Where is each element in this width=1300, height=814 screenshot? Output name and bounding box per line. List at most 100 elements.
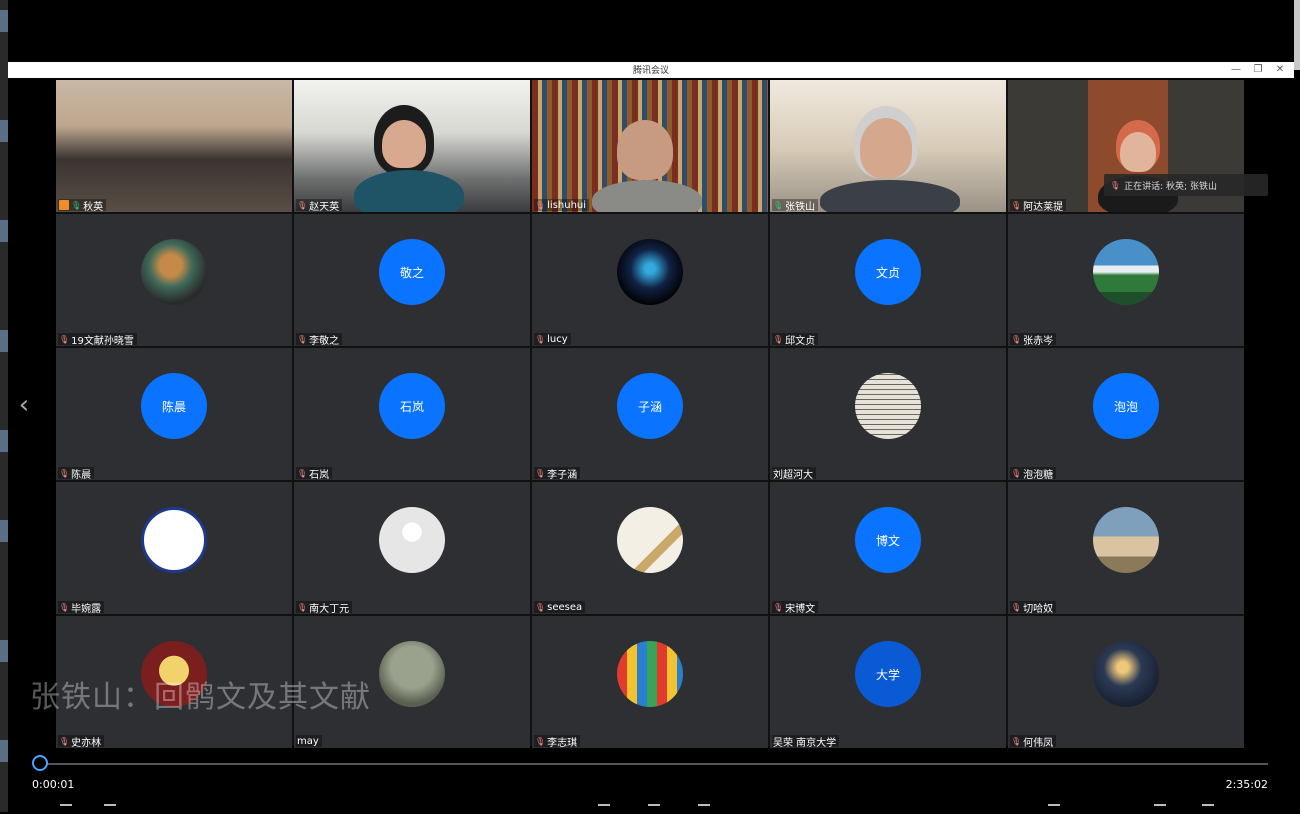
participant-tile[interactable]: 子涵 🎙李子涵	[532, 348, 768, 480]
participant-name-tag: 🎙 张铁山	[772, 199, 818, 211]
participant-tile[interactable]: 🎙seesea	[532, 482, 768, 614]
participant-tile[interactable]: 陈晨 🎙陈晨	[56, 348, 292, 480]
participant-name-tag: 🎙石岚	[296, 467, 332, 479]
mic-icon: 🎙	[773, 201, 783, 210]
avatar: 石岚	[379, 373, 445, 439]
more-icon[interactable]	[1202, 804, 1214, 814]
participant-name-tag: 🎙李子涵	[534, 467, 580, 479]
menu-icon[interactable]	[60, 804, 72, 814]
participant-tile[interactable]: 🎙南大丁元	[294, 482, 530, 614]
mic-muted-icon: 🎙	[1011, 469, 1021, 478]
play-icon[interactable]	[648, 804, 660, 814]
participant-tile[interactable]: 🎙何伟凤	[1008, 616, 1244, 748]
participant-video-tile[interactable]: 🎙 赵天英	[294, 80, 530, 212]
next-icon[interactable]	[698, 804, 710, 814]
participant-name-tag: 🎙 赵天英	[296, 199, 342, 211]
participant-tile[interactable]: 🎙切哈奴	[1008, 482, 1244, 614]
video-feed	[56, 80, 292, 212]
participant-tile[interactable]: 石岚 🎙石岚	[294, 348, 530, 480]
avatar: 泡泡	[1093, 373, 1159, 439]
participant-tile[interactable]: 🎙李志琪	[532, 616, 768, 748]
participant-tile[interactable]: 敬之 🎙李敬之	[294, 214, 530, 346]
mic-muted-icon: 🎙	[535, 201, 545, 210]
participant-tile[interactable]: 刘超河大	[770, 348, 1006, 480]
close-icon[interactable]: ✕	[1274, 62, 1286, 78]
participant-name: may	[297, 736, 319, 747]
participant-tile[interactable]: 🎙19文献孙晓雪	[56, 214, 292, 346]
participant-name-tag: 🎙泡泡糖	[1010, 467, 1056, 479]
mic-muted-icon: 🎙	[59, 335, 69, 344]
participant-name-tag: 🎙seesea	[534, 601, 585, 613]
participant-tile[interactable]: 泡泡 🎙泡泡糖	[1008, 348, 1244, 480]
settings-icon[interactable]	[1048, 804, 1060, 814]
volume-icon[interactable]	[598, 804, 610, 814]
avatar: 大学	[855, 641, 921, 707]
speaking-indicator: 🎙 正在讲话: 秋英; 张铁山	[1104, 174, 1268, 196]
mic-muted-icon: 🎙	[1011, 737, 1021, 746]
participant-tile[interactable]: 大学 吴荣 南京大学	[770, 616, 1006, 748]
participant-name-tag: 🎙lucy	[534, 333, 571, 345]
desktop-edge-right	[1294, 0, 1300, 70]
default-avatar-icon	[379, 507, 445, 573]
participant-name-tag: 🎙李敬之	[296, 333, 342, 345]
list-icon[interactable]	[104, 804, 116, 814]
participant-name: 邱文贞	[785, 332, 815, 347]
current-time: 0:00:01	[32, 778, 74, 791]
participant-name: 吴荣 南京大学	[773, 734, 836, 749]
avatar	[617, 641, 683, 707]
mic-icon: 🎙	[1110, 181, 1120, 190]
window-title: 腾讯会议	[8, 63, 1294, 76]
participant-name-tag: 🎙李志琪	[534, 735, 580, 747]
mic-muted-icon: 🎙	[535, 603, 545, 612]
participant-name-tag: 🎙宋博文	[772, 601, 818, 613]
participant-tile[interactable]: 🎙毕婉露	[56, 482, 292, 614]
mic-muted-icon: 🎙	[59, 469, 69, 478]
player-controls: 0:00:01 2:35:02	[8, 748, 1300, 812]
participant-tile[interactable]: 博文 🎙宋博文	[770, 482, 1006, 614]
avatar: 子涵	[617, 373, 683, 439]
participant-name: 张赤岑	[1023, 332, 1053, 347]
mic-muted-icon: 🎙	[1011, 201, 1021, 210]
participant-name: 秋英	[83, 198, 103, 213]
participant-name-tag: 🎙何伟凤	[1010, 735, 1056, 747]
participant-name: 李子涵	[547, 466, 577, 481]
participant-video-tile[interactable]: 🎙 lishuhui	[532, 80, 768, 212]
speaking-text: 正在讲话: 秋英; 张铁山	[1124, 179, 1217, 192]
participant-name: 毕婉露	[71, 600, 101, 615]
participant-name: 宋博文	[785, 600, 815, 615]
meeting-area: 🎙 秋英 🎙 赵天英 🎙 lishuhui	[8, 78, 1294, 748]
fullscreen-icon[interactable]	[1154, 804, 1166, 814]
participant-name-tag: 🎙史亦林	[58, 735, 104, 747]
participant-name: 史亦林	[71, 734, 101, 749]
progress-track[interactable]	[38, 763, 1268, 765]
participant-tile[interactable]: 文贞 🎙邱文贞	[770, 214, 1006, 346]
participant-video-tile[interactable]: 🎙 张铁山	[770, 80, 1006, 212]
participant-name: 刘超河大	[773, 466, 813, 481]
participant-name: 泡泡糖	[1023, 466, 1053, 481]
participant-name-tag: 🎙 阿达莱提	[1010, 199, 1066, 211]
participant-name-tag: 🎙 秋英	[58, 199, 106, 211]
participant-grid: 🎙 秋英 🎙 赵天英 🎙 lishuhui	[56, 80, 1244, 746]
avatar: 文贞	[855, 239, 921, 305]
participant-name-tag: 🎙张赤岑	[1010, 333, 1056, 345]
previous-page-arrow-icon[interactable]: ‹	[14, 390, 34, 420]
mic-muted-icon: 🎙	[59, 737, 69, 746]
participant-name: 李志琪	[547, 734, 577, 749]
participant-tile[interactable]: 🎙张赤岑	[1008, 214, 1244, 346]
avatar	[1093, 641, 1159, 707]
progress-knob[interactable]	[32, 755, 48, 771]
mic-muted-icon: 🎙	[297, 201, 307, 210]
participant-name: 石岚	[309, 466, 329, 481]
minimize-icon[interactable]: —	[1230, 62, 1242, 78]
mic-muted-icon: 🎙	[535, 469, 545, 478]
participant-video-tile[interactable]: 🎙 秋英	[56, 80, 292, 212]
participant-name: lishuhui	[547, 200, 586, 211]
avatar: 陈晨	[141, 373, 207, 439]
restore-icon[interactable]: ❐	[1252, 62, 1264, 78]
participant-tile[interactable]: 🎙lucy	[532, 214, 768, 346]
mic-muted-icon: 🎙	[297, 603, 307, 612]
participant-name: 张铁山	[785, 198, 815, 213]
participant-name-tag: 🎙陈晨	[58, 467, 94, 479]
window-titlebar: 腾讯会议 — ❐ ✕	[8, 62, 1294, 79]
avatar: 博文	[855, 507, 921, 573]
